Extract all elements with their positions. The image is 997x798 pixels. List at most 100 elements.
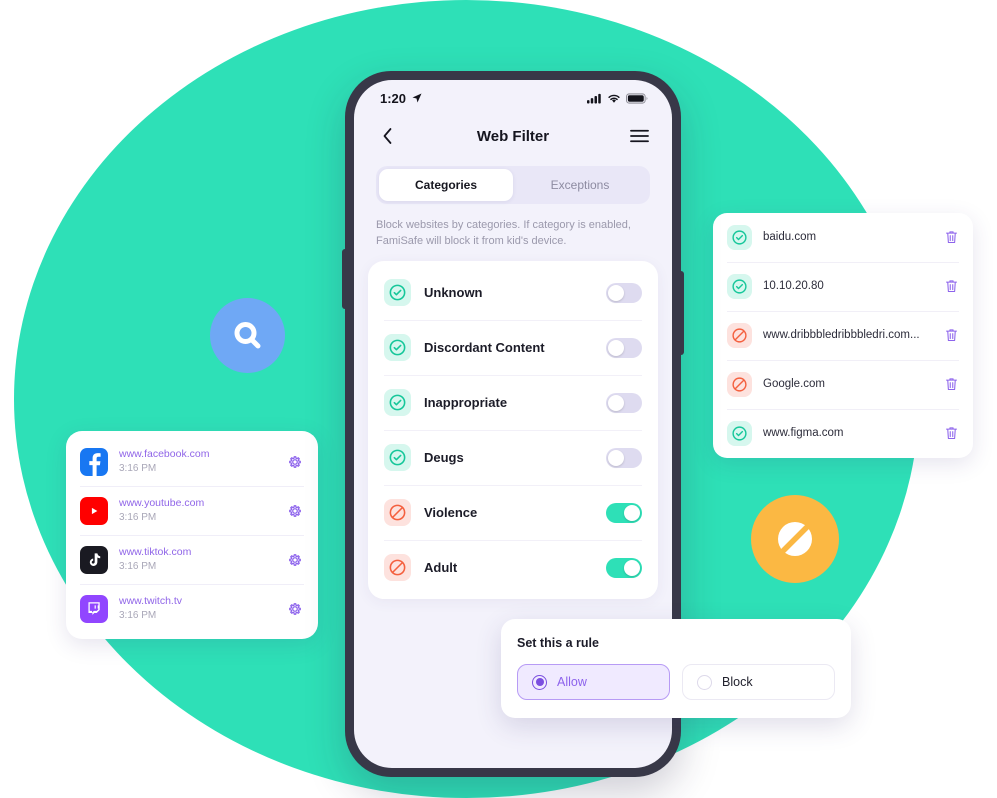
site-url[interactable]: www.facebook.com — [119, 447, 286, 461]
trash-icon[interactable] — [944, 327, 959, 344]
category-label: Inappropriate — [424, 395, 508, 410]
status-bar-right — [587, 92, 648, 104]
table-row[interactable]: baidu.com — [713, 213, 973, 262]
no-entry-icon — [727, 323, 752, 348]
list-item[interactable]: Deugs — [368, 430, 658, 485]
site-info: www.youtube.com 3:16 PM — [108, 496, 286, 525]
gear-icon[interactable] — [286, 600, 304, 618]
category-label: Unknown — [424, 285, 483, 300]
status-bar: 1:20 — [354, 80, 672, 116]
menu-button[interactable] — [628, 125, 650, 147]
rule-option-block[interactable]: Block — [682, 664, 835, 700]
site-time: 3:16 PM — [119, 463, 157, 474]
toggle-knob — [608, 339, 624, 356]
check-circle-icon — [384, 389, 411, 416]
trash-icon[interactable] — [944, 425, 959, 442]
site-time: 3:16 PM — [119, 512, 157, 523]
toggle-knob — [624, 559, 640, 576]
list-item[interactable]: Violence — [368, 485, 658, 540]
category-label: Deugs — [424, 450, 464, 465]
category-label: Discordant Content — [424, 340, 545, 355]
battery-full-icon — [626, 92, 648, 104]
exception-label: Google.com — [763, 378, 826, 390]
exception-label: www.dribbbledribbbledri.com... — [763, 329, 920, 341]
site-time: 3:16 PM — [119, 561, 157, 572]
set-rule-title: Set this a rule — [517, 636, 599, 650]
status-bar-left: 1:20 — [380, 91, 423, 106]
category-label: Violence — [424, 505, 478, 520]
categories-list: Unknown Discordant Content Inappropriate… — [368, 261, 658, 599]
toggle-knob — [608, 284, 624, 301]
tab-exceptions[interactable]: Exceptions — [513, 169, 647, 201]
table-row[interactable]: www.dribbbledribbbledri.com... — [713, 311, 973, 360]
check-circle-icon — [727, 225, 752, 250]
site-info: www.facebook.com 3:16 PM — [108, 447, 286, 476]
back-button[interactable] — [376, 125, 398, 147]
visited-sites-card: www.facebook.com 3:16 PM www.youtube.com… — [66, 431, 318, 639]
toggle-knob — [608, 394, 624, 411]
list-item[interactable]: Adult — [368, 540, 658, 595]
hamburger-menu-icon — [629, 129, 649, 143]
list-item[interactable]: Inappropriate — [368, 375, 658, 430]
toggle-knob — [624, 504, 640, 521]
category-toggle[interactable] — [606, 502, 642, 523]
gear-icon[interactable] — [286, 453, 304, 471]
nav-bar: Web Filter — [354, 116, 672, 156]
site-url[interactable]: www.tiktok.com — [119, 545, 286, 559]
trash-icon[interactable] — [944, 278, 959, 295]
table-row[interactable]: 10.10.20.80 — [713, 262, 973, 311]
power-button[interactable] — [680, 271, 684, 355]
chevron-left-icon — [383, 128, 391, 144]
gear-icon[interactable] — [286, 551, 304, 569]
table-row[interactable]: www.figma.com — [713, 409, 973, 458]
category-toggle[interactable] — [606, 392, 642, 413]
list-item[interactable]: www.tiktok.com 3:16 PM — [66, 535, 318, 584]
status-time: 1:20 — [380, 90, 407, 106]
description-text: Block websites by categories. If categor… — [376, 219, 631, 247]
set-rule-card: Set this a rule Allow Block — [501, 619, 851, 718]
site-time: 3:16 PM — [119, 610, 157, 621]
list-item[interactable]: www.youtube.com 3:16 PM — [66, 486, 318, 535]
gear-icon[interactable] — [286, 502, 304, 520]
exception-label: www.figma.com — [763, 427, 844, 439]
category-toggle[interactable] — [606, 447, 642, 468]
page-title: Web Filter — [476, 127, 550, 145]
list-item[interactable]: www.facebook.com 3:16 PM — [66, 437, 318, 486]
rule-option-allow[interactable]: Allow — [517, 664, 670, 700]
rule-options: Allow Block — [517, 664, 835, 700]
trash-icon[interactable] — [944, 229, 959, 246]
list-item[interactable]: Unknown — [368, 265, 658, 320]
category-toggle[interactable] — [606, 282, 642, 303]
list-item[interactable]: Discordant Content — [368, 320, 658, 375]
no-entry-icon — [778, 522, 812, 556]
twitch-logo-icon — [80, 594, 108, 623]
toggle-knob — [608, 449, 624, 466]
volume-button[interactable] — [342, 249, 346, 309]
facebook-logo-icon — [80, 447, 108, 476]
exception-label: baidu.com — [763, 231, 817, 243]
list-item[interactable]: www.twitch.tv 3:16 PM — [66, 584, 318, 633]
location-arrow-icon — [412, 93, 422, 103]
radio-allow-icon — [532, 674, 547, 690]
cellular-signal-icon — [587, 93, 601, 103]
exception-label: 10.10.20.80 — [763, 280, 824, 292]
radio-dot — [535, 678, 544, 686]
exceptions-card: baidu.com 10.10.20.80 www.dribbbledribbb… — [713, 213, 973, 458]
check-circle-icon — [727, 274, 752, 299]
tab-categories[interactable]: Categories — [379, 169, 513, 201]
site-url[interactable]: www.twitch.tv — [119, 594, 286, 608]
category-toggle[interactable] — [606, 337, 642, 358]
check-circle-icon — [384, 444, 411, 471]
check-circle-icon — [384, 334, 411, 361]
wifi-icon — [608, 94, 620, 103]
radio-block-icon — [697, 674, 712, 690]
category-toggle[interactable] — [606, 557, 642, 578]
site-url[interactable]: www.youtube.com — [119, 496, 286, 510]
search-badge — [210, 298, 285, 373]
no-entry-icon — [727, 372, 752, 397]
check-circle-icon — [727, 421, 752, 446]
tiktok-logo-icon — [80, 545, 108, 574]
table-row[interactable]: Google.com — [713, 360, 973, 409]
rule-option-label: Block — [722, 675, 753, 689]
trash-icon[interactable] — [944, 376, 959, 393]
